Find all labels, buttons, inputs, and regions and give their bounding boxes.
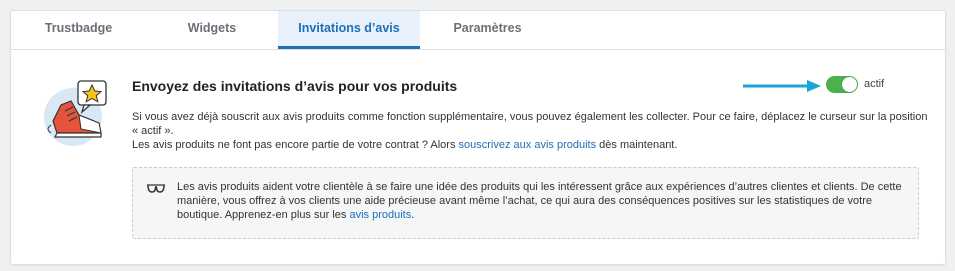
tab-parametres[interactable]: Paramètres	[420, 11, 555, 49]
sneaker-star-illustration-icon	[39, 75, 123, 147]
tab-invitations[interactable]: Invitations d’avis	[278, 11, 420, 49]
section-title: Envoyez des invitations d’avis pour vos …	[132, 78, 458, 94]
info-text-body: Les avis produits aident votre clientèle…	[177, 181, 902, 221]
active-toggle[interactable]	[826, 76, 858, 93]
info-text-suffix: .	[411, 209, 415, 221]
section-description: Si vous avez déjà souscrit aux avis prod…	[132, 110, 932, 152]
info-text: Les avis produits aident votre clientèle…	[177, 180, 902, 222]
tab-widgets[interactable]: Widgets	[146, 11, 278, 49]
arrow-pointer-icon	[741, 79, 821, 97]
glasses-icon	[146, 181, 166, 199]
description-line-1: Si vous avez déjà souscrit aux avis prod…	[132, 111, 928, 137]
toggle-label: actif	[864, 78, 885, 90]
tab-bar: Trustbadge Widgets Invitations d’avis Pa…	[11, 11, 945, 50]
description-line-2-suffix: dès maintenant.	[596, 139, 678, 151]
product-reviews-link[interactable]: avis produits	[349, 209, 411, 221]
description-line-2-prefix: Les avis produits ne font pas encore par…	[132, 139, 459, 151]
subscribe-product-reviews-link[interactable]: souscrivez aux avis produits	[459, 139, 597, 151]
toggle-knob	[842, 77, 857, 92]
tab-trustbadge[interactable]: Trustbadge	[11, 11, 146, 49]
product-reviews-panel: Trustbadge Widgets Invitations d’avis Pa…	[10, 10, 946, 265]
info-box: Les avis produits aident votre clientèle…	[132, 167, 919, 239]
description-line-2: Les avis produits ne font pas encore par…	[132, 138, 932, 152]
